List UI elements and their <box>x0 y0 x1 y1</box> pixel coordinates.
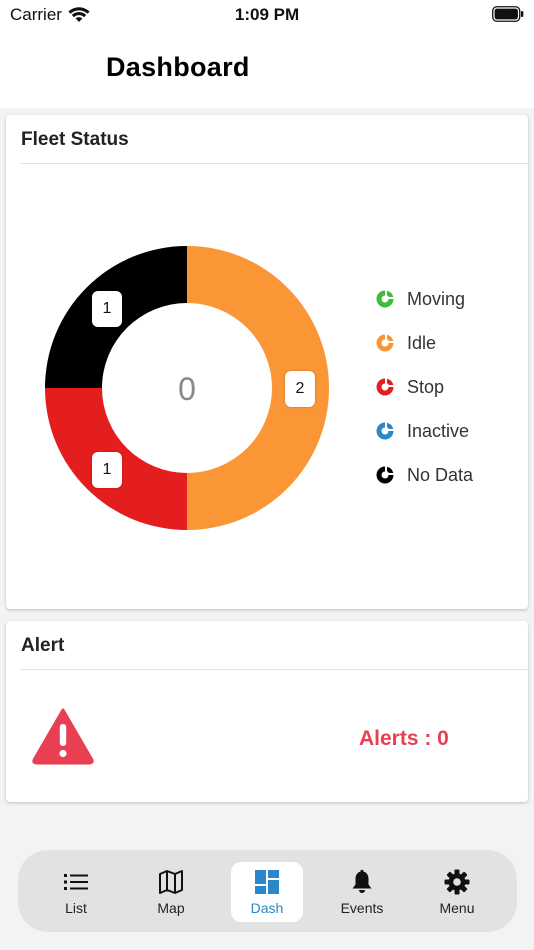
tab-dash[interactable]: Dash <box>231 862 303 922</box>
fleet-status-card: Fleet Status 0 2 1 1 Moving Idle Stop In… <box>6 115 528 609</box>
tab-menu[interactable]: Menu <box>421 862 493 922</box>
no-data-status-icon <box>376 466 394 484</box>
tab-events[interactable]: Events <box>326 862 398 922</box>
legend-label: Stop <box>407 376 445 397</box>
segment-label-stop: 1 <box>92 452 122 488</box>
page-title: Dashboard <box>106 52 250 82</box>
status-right <box>492 6 524 27</box>
alerts-count[interactable]: Alerts : 0 <box>359 727 449 751</box>
battery-icon <box>492 6 524 22</box>
fleet-legend: Moving Idle Stop Inactive No Data <box>375 277 473 497</box>
legend-item-no-data[interactable]: No Data <box>375 453 473 497</box>
status-bar: Carrier 1:09 PM <box>0 0 534 32</box>
legend-label: Inactive <box>407 420 470 441</box>
segment-label-no-data: 1 <box>92 291 122 327</box>
screen: Carrier 1:09 PM Dashboard Fleet Status 0 <box>0 0 534 950</box>
legend-item-stop[interactable]: Stop <box>375 365 473 409</box>
legend-item-idle[interactable]: Idle <box>375 321 473 365</box>
tab-label: Menu <box>439 899 475 916</box>
divider <box>20 669 528 670</box>
segment-label-idle: 2 <box>285 371 315 407</box>
idle-status-icon <box>376 334 394 352</box>
status-time: 1:09 PM <box>234 5 300 24</box>
moving-status-icon <box>376 290 394 308</box>
tab-label: Map <box>157 899 185 916</box>
bell-icon <box>352 869 372 893</box>
stop-status-icon <box>376 378 394 396</box>
fleet-status-title: Fleet Status <box>21 129 129 150</box>
map-icon <box>159 869 183 894</box>
divider <box>20 163 528 164</box>
legend-item-moving[interactable]: Moving <box>375 277 473 321</box>
alert-card: Alert Alerts : 0 <box>6 621 528 802</box>
alert-title: Alert <box>21 635 65 656</box>
bottom-tab-bar: List Map Dash Events Menu <box>18 850 517 932</box>
header: Dashboard <box>0 32 534 108</box>
donut-center-value: 0 <box>178 371 196 407</box>
legend-label: No Data <box>407 464 474 485</box>
legend-item-inactive[interactable]: Inactive <box>375 409 473 453</box>
tab-label: List <box>65 899 87 916</box>
tab-label: Dash <box>250 899 284 916</box>
tab-map[interactable]: Map <box>135 862 207 922</box>
list-icon <box>64 873 88 890</box>
tab-label: Events <box>340 899 384 916</box>
inactive-status-icon <box>376 422 394 440</box>
gear-icon <box>444 869 470 894</box>
warning-icon <box>32 708 94 765</box>
legend-label: Moving <box>407 288 466 309</box>
legend-label: Idle <box>407 332 437 353</box>
tab-list[interactable]: List <box>40 862 112 922</box>
dashboard-icon <box>255 869 279 894</box>
